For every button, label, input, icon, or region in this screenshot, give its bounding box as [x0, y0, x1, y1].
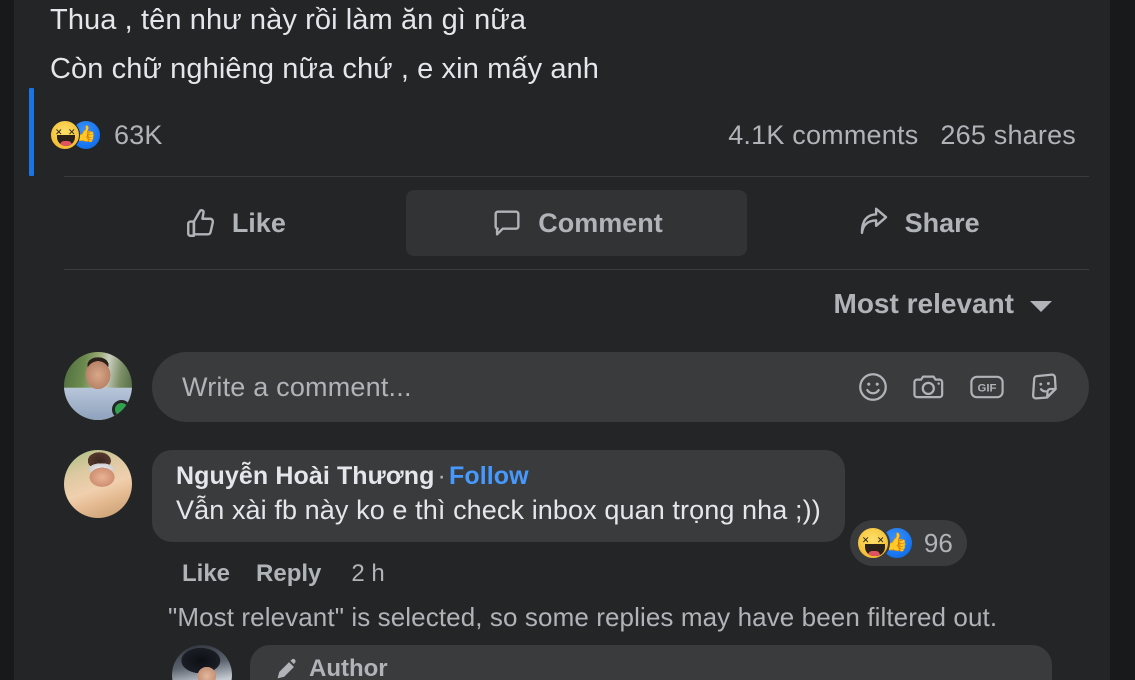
- filter-notice: "Most relevant" is selected, so some rep…: [168, 602, 998, 632]
- avatar-photo: [172, 645, 232, 680]
- comment-composer: Write a comment... GIF: [64, 352, 1089, 424]
- thumbs-up-icon: [184, 206, 218, 240]
- online-status-dot: [112, 400, 131, 419]
- haha-reaction-icon: ✕ ✕: [50, 120, 80, 150]
- haha-reaction-icon: ✕ ✕: [855, 526, 890, 560]
- post-text-line-1: Thua , tên như này rồi làm ăn gì nữa: [50, 4, 527, 36]
- current-user-avatar[interactable]: [64, 352, 132, 420]
- divider-top: [64, 176, 1089, 177]
- camera-icon[interactable]: [911, 370, 947, 404]
- comment-button[interactable]: Comment: [405, 190, 748, 256]
- reaction-summary-right: 4.1K comments 265 shares: [728, 120, 1076, 151]
- author-badge-label: Author: [309, 655, 388, 680]
- comment-main-row: Nguyễn Hoài Thương · Follow Vẫn xài fb này…: [64, 450, 1089, 566]
- comment-author-name[interactable]: Nguyễn Hoài Thương: [176, 462, 435, 490]
- reaction-count: 63K: [114, 119, 163, 150]
- comment-bubble-icon: [490, 206, 524, 240]
- comments-count[interactable]: 4.1K comments: [728, 120, 918, 151]
- share-button[interactable]: Share: [747, 190, 1089, 256]
- post-body: Thua , tên như này rồi làm ăn gì nữa Còn…: [50, 0, 1090, 94]
- comment-separator: ·: [437, 462, 446, 490]
- comment-author-line: Nguyễn Hoài Thương · Follow: [176, 462, 821, 491]
- chevron-down-icon: [1030, 300, 1052, 312]
- reactions-summary-row: ✕ ✕ 👍 63K 4.1K comments 265 shares: [50, 110, 1076, 160]
- post-action-bar: Like Comment Share: [64, 190, 1089, 256]
- post-card: Thua , tên như này rồi làm ăn gì nữa Còn…: [14, 0, 1110, 680]
- sticker-icon[interactable]: [1027, 370, 1063, 404]
- haha-eye-right: ✕: [876, 535, 885, 545]
- pen-nib-icon: [274, 656, 300, 680]
- reply-item: Author: [172, 645, 1052, 680]
- gif-icon[interactable]: GIF: [968, 370, 1006, 404]
- reaction-summary-left[interactable]: ✕ ✕ 👍 63K: [50, 120, 163, 151]
- reply-bubble: Author: [250, 645, 1052, 680]
- composer-icon-row: GIF: [856, 370, 1063, 404]
- haha-mouth: [57, 135, 75, 146]
- comment-sort-selector[interactable]: Most relevant: [833, 288, 1052, 320]
- divider-bottom: [64, 269, 1089, 270]
- author-badge: Author: [274, 655, 1028, 680]
- comment-input-box[interactable]: Write a comment... GIF: [152, 352, 1089, 422]
- comment-reply-link[interactable]: Reply: [256, 560, 321, 588]
- emoji-smiley-icon[interactable]: [856, 370, 890, 404]
- svg-text:GIF: GIF: [978, 383, 997, 395]
- comment-text: Vẫn xài fb này ko e thì check inbox quan…: [176, 495, 821, 525]
- share-button-label: Share: [904, 207, 980, 238]
- comment-like-link[interactable]: Like: [182, 560, 230, 588]
- commenter-avatar[interactable]: [64, 450, 132, 518]
- follow-link[interactable]: Follow: [449, 462, 529, 490]
- comment-timestamp[interactable]: 2 h: [351, 560, 384, 588]
- reaction-emoji-stack[interactable]: ✕ ✕ 👍: [50, 120, 101, 150]
- comment-input-placeholder[interactable]: Write a comment...: [182, 372, 856, 403]
- comment-sort-label: Most relevant: [833, 288, 1015, 319]
- focus-accent-bar: [29, 88, 34, 176]
- shares-count[interactable]: 265 shares: [940, 120, 1076, 151]
- post-text-line-2: Còn chữ nghiêng nữa chứ , e xin mấy anh: [50, 53, 600, 85]
- haha-eye-left: ✕: [861, 535, 870, 545]
- comment-button-label: Comment: [538, 207, 663, 238]
- haha-tongue: [867, 551, 880, 556]
- comment-reaction-count: 96: [923, 527, 953, 558]
- like-button-label: Like: [231, 207, 286, 238]
- haha-mouth: [864, 544, 885, 556]
- comment-item: Nguyễn Hoài Thương · Follow Vẫn xài fb này…: [64, 450, 1089, 633]
- share-arrow-icon: [857, 206, 891, 240]
- facebook-post-screen: Thua , tên như này rồi làm ăn gì nữa Còn…: [0, 0, 1135, 680]
- comment-bubble: Nguyễn Hoài Thương · Follow Vẫn xài fb này…: [152, 450, 967, 566]
- avatar-photo: [64, 450, 132, 518]
- comment-reaction-pill[interactable]: ✕ ✕ 👍 96: [849, 520, 967, 566]
- haha-tongue: [60, 141, 72, 146]
- like-button[interactable]: Like: [64, 190, 406, 256]
- reply-author-avatar[interactable]: [172, 645, 232, 680]
